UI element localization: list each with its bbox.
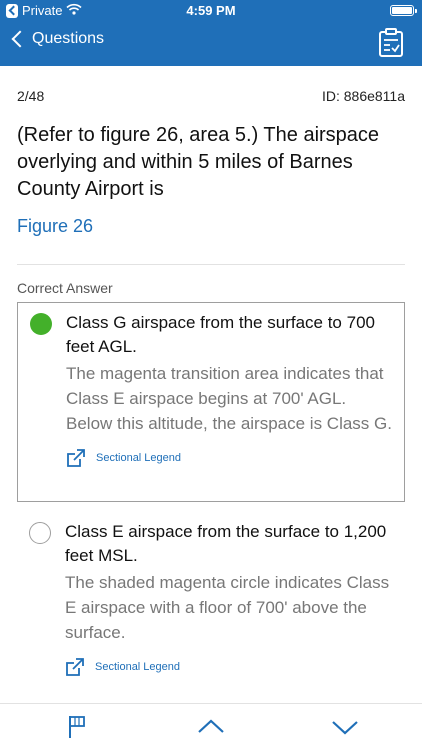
sectional-legend-link[interactable]: Sectional Legend — [66, 448, 392, 468]
status-time: 4:59 PM — [186, 3, 236, 18]
answer-explanation: The shaded magenta circle indicates Clas… — [65, 573, 390, 642]
back-button[interactable]: Questions — [10, 30, 104, 48]
checklist-icon[interactable] — [378, 28, 404, 58]
divider — [17, 264, 405, 265]
navigation-bar: Questions — [0, 22, 422, 66]
chevron-left-icon — [11, 30, 29, 48]
external-link-icon — [66, 448, 86, 468]
status-bar: Private 4:59 PM — [0, 0, 422, 22]
answer-title: Class G airspace from the surface to 700… — [66, 313, 375, 356]
legend-link-label: Sectional Legend — [96, 452, 182, 464]
battery-icon — [390, 5, 417, 16]
sectional-legend-link[interactable]: Sectional Legend — [65, 657, 393, 677]
chevron-down-icon[interactable] — [328, 712, 362, 742]
figure-link[interactable]: Figure 26 — [17, 216, 93, 237]
flag-icon[interactable] — [60, 712, 94, 742]
radio-selected-icon — [30, 313, 52, 335]
answer-option-2[interactable]: Class E airspace from the surface to 1,2… — [17, 512, 405, 692]
question-meta: 2/48 ID: 886e811a — [17, 88, 405, 104]
question-counter: 2/48 — [17, 88, 45, 104]
question-text: (Refer to figure 26, area 5.) The airspa… — [17, 124, 380, 200]
chevron-up-icon[interactable] — [194, 712, 228, 742]
answer-title: Class E airspace from the surface to 1,2… — [65, 522, 387, 565]
external-link-icon — [65, 657, 85, 677]
answer-option-1[interactable]: Class G airspace from the surface to 700… — [17, 302, 405, 502]
back-label: Questions — [32, 30, 105, 47]
question-id: ID: 886e811a — [321, 88, 405, 104]
bottom-toolbar — [0, 703, 422, 750]
correct-answer-label: Correct Answer — [17, 280, 113, 296]
top-bar: Private 4:59 PM Questions — [0, 0, 422, 66]
radio-unselected-icon — [29, 522, 51, 544]
legend-link-label: Sectional Legend — [95, 661, 181, 673]
answer-explanation: The magenta transition area indicates th… — [66, 364, 392, 433]
